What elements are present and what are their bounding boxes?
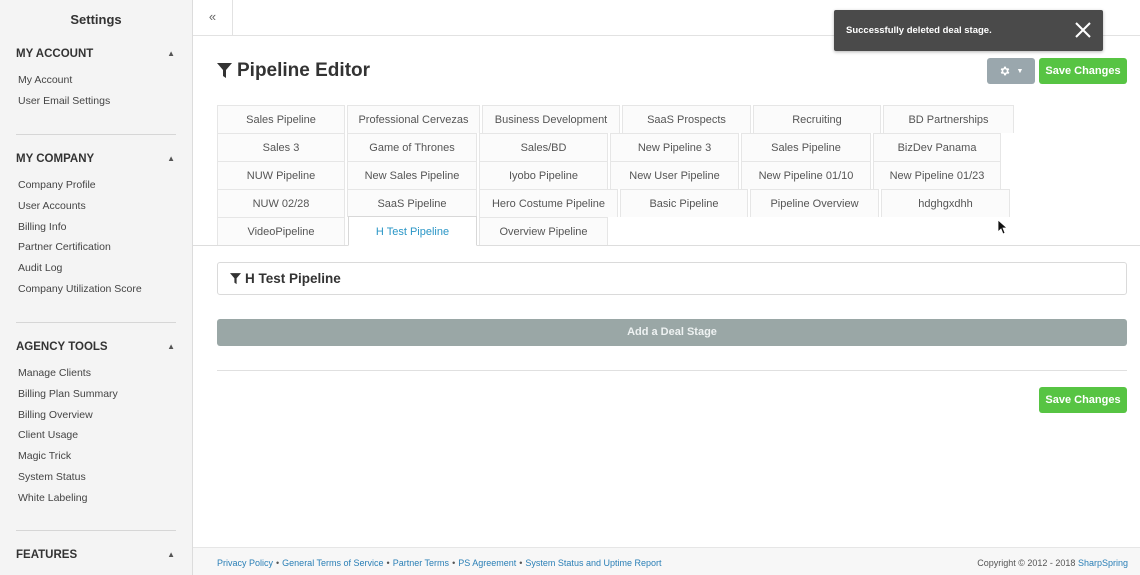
tab-new-sales-pipeline[interactable]: New Sales Pipeline — [347, 161, 477, 189]
section-heading: MY ACCOUNT — [16, 48, 94, 60]
gear-icon — [1000, 66, 1009, 76]
footer-separator: • — [386, 558, 390, 568]
tab-pipeline-overview[interactable]: Pipeline Overview — [750, 189, 879, 217]
section-header-my-company[interactable]: MY COMPANY ▲ — [0, 149, 192, 169]
tab-overview-pipeline[interactable]: Overview Pipeline — [479, 217, 608, 245]
tab-h-test-pipeline[interactable]: H Test Pipeline — [348, 216, 477, 246]
footer-separator: • — [276, 558, 280, 568]
save-changes-button-bottom[interactable]: Save Changes — [1039, 387, 1127, 413]
collapse-sidebar-icon[interactable]: « — [193, 0, 233, 35]
sidebar-item-company-utilization-score[interactable]: Company Utilization Score — [0, 279, 192, 300]
sidebar-item-manage-clients[interactable]: Manage Clients — [0, 363, 192, 384]
ps-agreement-link[interactable]: PS Agreement — [458, 558, 516, 568]
sharpspring-link[interactable]: SharpSpring — [1078, 558, 1128, 568]
section-header-my-account[interactable]: MY ACCOUNT ▲ — [0, 44, 192, 64]
add-deal-stage-button[interactable]: Add a Deal Stage — [217, 319, 1127, 346]
chevron-up-icon[interactable]: ▲ — [167, 149, 175, 169]
tab-sales-bd[interactable]: Sales/BD — [479, 133, 608, 161]
sidebar-divider — [16, 134, 176, 135]
tab-iyobo-pipeline[interactable]: Iyobo Pipeline — [479, 161, 608, 189]
sidebar-item-system-status[interactable]: System Status — [0, 467, 192, 488]
sidebar-item-audit-log[interactable]: Audit Log — [0, 258, 192, 279]
copyright: Copyright © 2012 - 2018 SharpSpring — [977, 548, 1128, 575]
tab-sales-pipeline[interactable]: Sales Pipeline — [217, 105, 345, 133]
caret-down-icon: ▼ — [1016, 67, 1024, 75]
sidebar-item-partner-certification[interactable]: Partner Certification — [0, 237, 192, 258]
sidebar-item-magic-trick[interactable]: Magic Trick — [0, 446, 192, 467]
section-header-agency-tools[interactable]: AGENCY TOOLS ▲ — [0, 337, 192, 357]
chevron-up-icon[interactable]: ▲ — [167, 337, 175, 357]
chevron-up-icon[interactable]: ▲ — [167, 44, 175, 64]
close-icon[interactable] — [1073, 20, 1093, 40]
mouse-cursor-icon — [998, 220, 1008, 235]
section-heading: AGENCY TOOLS — [16, 341, 108, 353]
sidebar-section-agency-tools: AGENCY TOOLS ▲ Manage Clients Billing Pl… — [0, 337, 192, 509]
tab-sales-pipeline-2[interactable]: Sales Pipeline — [741, 133, 871, 161]
pipeline-name-panel: H Test Pipeline — [217, 262, 1127, 295]
sidebar-divider — [16, 322, 176, 323]
filter-icon — [217, 63, 232, 78]
tab-new-pipeline-01-23[interactable]: New Pipeline 01/23 — [873, 161, 1001, 189]
tab-nuw-02-28[interactable]: NUW 02/28 — [217, 189, 345, 217]
settings-dropdown-button[interactable]: ▼ — [987, 58, 1035, 84]
sidebar-item-white-labeling[interactable]: White Labeling — [0, 488, 192, 509]
tab-hdghgxdhh[interactable]: hdghgxdhh — [881, 189, 1010, 217]
content-divider — [217, 370, 1127, 371]
section-heading: MY COMPANY — [16, 153, 95, 165]
tab-nuw-pipeline[interactable]: NUW Pipeline — [217, 161, 345, 189]
sidebar-item-company-profile[interactable]: Company Profile — [0, 175, 192, 196]
tab-professional-cervezas[interactable]: Professional Cervezas — [347, 105, 480, 133]
pipeline-tabs: Sales Pipeline Professional Cervezas Bus… — [217, 105, 1017, 246]
footer-links: Privacy Policy • General Terms of Service •… — [217, 548, 661, 575]
tab-videopipeline[interactable]: VideoPipeline — [217, 217, 345, 245]
sidebar-item-user-email-settings[interactable]: User Email Settings — [0, 91, 192, 112]
system-status-link[interactable]: System Status and Uptime Report — [525, 558, 661, 568]
sidebar-item-client-usage[interactable]: Client Usage — [0, 425, 192, 446]
privacy-policy-link[interactable]: Privacy Policy — [217, 558, 273, 568]
sidebar-item-my-account[interactable]: My Account — [0, 70, 192, 91]
section-header-features[interactable]: FEATURES ▲ — [0, 545, 192, 565]
page-title: Pipeline Editor — [217, 60, 370, 82]
chevron-up-icon[interactable]: ▲ — [167, 545, 175, 565]
tabs-divider — [193, 245, 1140, 246]
footer-separator: • — [452, 558, 456, 568]
tab-game-of-thrones[interactable]: Game of Thrones — [347, 133, 477, 161]
tab-bizdev-panama[interactable]: BizDev Panama — [873, 133, 1001, 161]
tab-recruiting[interactable]: Recruiting — [753, 105, 881, 133]
tab-sales-3[interactable]: Sales 3 — [217, 133, 345, 161]
tab-new-pipeline-01-10[interactable]: New Pipeline 01/10 — [741, 161, 871, 189]
tab-basic-pipeline[interactable]: Basic Pipeline — [620, 189, 748, 217]
tab-new-pipeline-3[interactable]: New Pipeline 3 — [610, 133, 739, 161]
filter-icon — [230, 272, 241, 284]
sidebar-item-billing-info[interactable]: Billing Info — [0, 217, 192, 238]
tab-saas-prospects[interactable]: SaaS Prospects — [622, 105, 751, 133]
general-terms-link[interactable]: General Terms of Service — [282, 558, 383, 568]
pipeline-name: H Test Pipeline — [245, 271, 341, 286]
sidebar-section-my-account: MY ACCOUNT ▲ My Account User Email Setti… — [0, 44, 192, 112]
tab-new-user-pipeline[interactable]: New User Pipeline — [610, 161, 739, 189]
tab-business-development[interactable]: Business Development — [482, 105, 620, 133]
settings-sidebar: Settings MY ACCOUNT ▲ My Account User Em… — [0, 0, 193, 575]
sidebar-item-billing-plan-summary[interactable]: Billing Plan Summary — [0, 384, 192, 405]
partner-terms-link[interactable]: Partner Terms — [393, 558, 449, 568]
page-title-text: Pipeline Editor — [237, 60, 371, 81]
page-footer: Privacy Policy • General Terms of Service •… — [193, 547, 1140, 575]
tab-bd-partnerships[interactable]: BD Partnerships — [883, 105, 1014, 133]
sidebar-section-my-company: MY COMPANY ▲ Company Profile User Accoun… — [0, 149, 192, 300]
save-changes-button-top[interactable]: Save Changes — [1039, 58, 1127, 84]
sidebar-divider — [16, 530, 176, 531]
sidebar-title: Settings — [70, 12, 122, 27]
sidebar-item-user-accounts[interactable]: User Accounts — [0, 196, 192, 217]
footer-separator: • — [519, 558, 523, 568]
toast-message: Successfully deleted deal stage. — [846, 25, 992, 36]
section-heading: FEATURES — [16, 549, 78, 561]
toast-notification: Successfully deleted deal stage. — [834, 10, 1103, 51]
sidebar-item-billing-overview[interactable]: Billing Overview — [0, 405, 192, 426]
copyright-text: Copyright © 2012 - 2018 — [977, 558, 1076, 568]
sidebar-section-features: FEATURES ▲ — [0, 545, 192, 565]
tab-hero-costume-pipeline[interactable]: Hero Costume Pipeline — [479, 189, 618, 217]
tab-saas-pipeline[interactable]: SaaS Pipeline — [347, 189, 477, 217]
